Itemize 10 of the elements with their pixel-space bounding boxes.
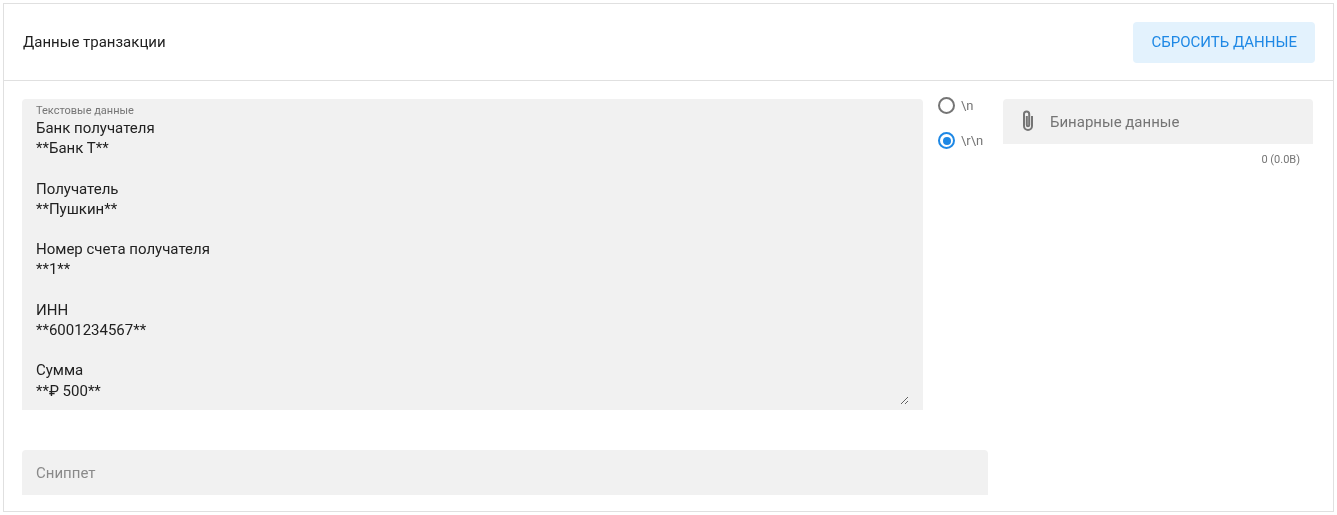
field-label: Текстовые данные [36,104,135,118]
radio-option[interactable]: \n [938,95,984,116]
reset-button[interactable]: СБРОСИТЬ ДАННЫЕ [1133,21,1315,63]
binary-data-field[interactable]: Бинарные данные [1003,99,1313,144]
text-data-field[interactable]: Текстовые данные Банк получателя **Банк Т** Получатель **Пушкин** Номер счета получателя **1** ИНН **6001234567** Сумма **₽ 500** [22,99,923,410]
radio-option[interactable]: \r\n [938,130,984,151]
paperclip-icon [1020,109,1036,133]
file-size-text: 0 (0.0B) [1261,152,1300,168]
snippet-field[interactable]: Сниппет [22,450,988,495]
card-title: Данные транзакции [23,31,166,53]
